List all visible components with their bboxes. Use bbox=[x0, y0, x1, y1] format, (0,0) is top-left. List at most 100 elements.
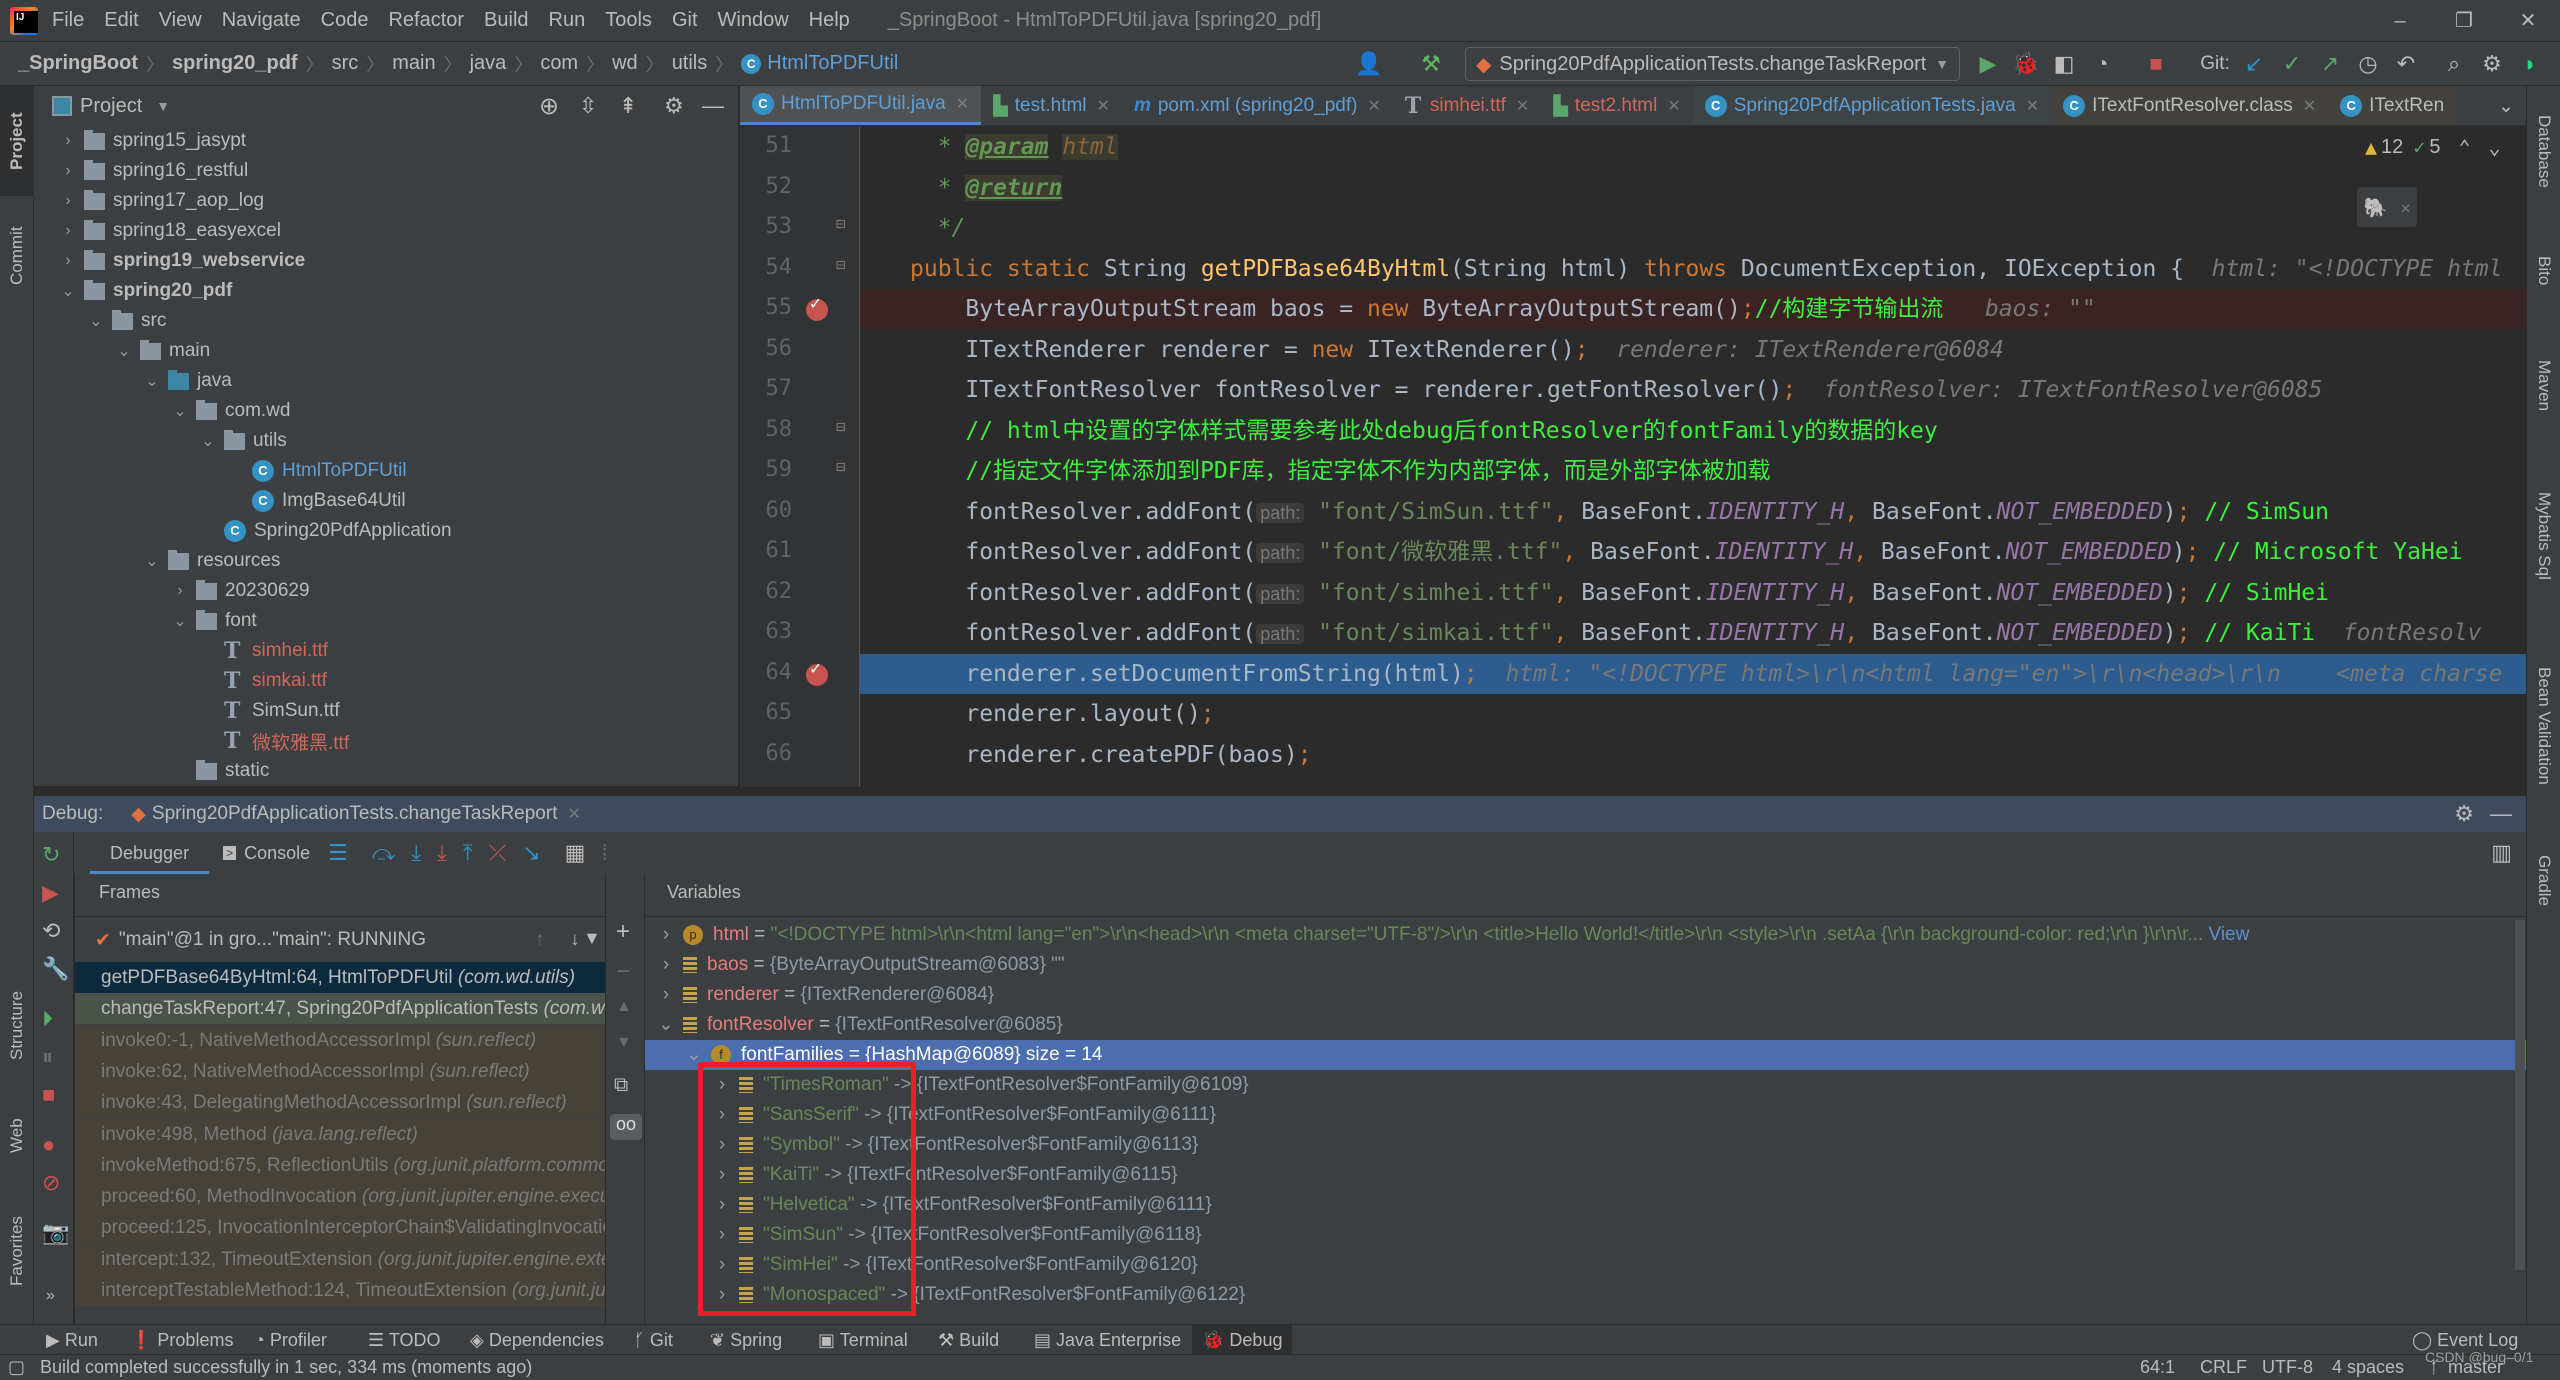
tree-item[interactable]: C HtmlToPDFUtil bbox=[226, 456, 407, 486]
tree-item[interactable]: › spring15_jasypt bbox=[58, 126, 246, 156]
move-down-icon[interactable]: ▼ bbox=[616, 1034, 632, 1052]
drop-frame-icon[interactable]: ⤫ bbox=[489, 840, 507, 866]
camera-icon[interactable]: 📷 bbox=[42, 1220, 69, 1246]
hide-panel-icon[interactable]: — bbox=[702, 93, 724, 119]
menu-window[interactable]: Window bbox=[718, 9, 789, 32]
tool-git[interactable]: ᚶ Git bbox=[634, 1325, 673, 1355]
layout-settings-icon[interactable]: ▥ bbox=[2491, 840, 2512, 866]
build-hammer-icon[interactable]: ⚒ bbox=[1417, 50, 1445, 78]
variable-row[interactable]: ⌄ f fontFamilies = {HashMap@6089} size = 1… bbox=[645, 1040, 2526, 1070]
tree-item[interactable]: ⌄ java bbox=[142, 366, 232, 396]
move-up-icon[interactable]: ▲ bbox=[616, 998, 632, 1016]
tool-tab-mybatis-sql[interactable]: Mybatis Sql bbox=[2527, 461, 2560, 611]
tree-item[interactable]: T SimSun.ttf bbox=[198, 696, 340, 726]
frame-item[interactable]: invoke:43, DelegatingMethodAccessorImpl … bbox=[75, 1087, 605, 1119]
tab-application-tests[interactable]: C Spring20PdfApplicationTests.java ✕ bbox=[1692, 86, 2052, 125]
git-update-icon[interactable]: ↙ bbox=[2240, 50, 2268, 78]
code-line[interactable]: fontResolver.addFont(path: "font/SimSun.… bbox=[860, 492, 2526, 532]
chevron-right-icon[interactable]: › bbox=[58, 192, 78, 210]
code-line[interactable]: fontResolver.addFont(path: "font/微软雅黑.tt… bbox=[860, 532, 2526, 572]
caret-position[interactable]: 64:1 bbox=[2140, 1357, 2175, 1378]
chevron-down-icon[interactable]: ⌄ bbox=[198, 431, 218, 451]
tab-debugger[interactable]: Debugger bbox=[90, 832, 210, 874]
remove-watch-icon[interactable]: − bbox=[616, 958, 630, 986]
previous-frame-icon[interactable]: ↑ bbox=[535, 929, 545, 951]
menu-code[interactable]: Code bbox=[321, 9, 369, 32]
variable-row[interactable]: › baos = {ByteArrayOutputStream@6083} "" bbox=[645, 950, 2526, 980]
stop-icon[interactable]: ■ bbox=[2142, 50, 2170, 78]
tree-item[interactable]: Tsimhei.ttf bbox=[198, 636, 328, 666]
code-line[interactable]: ITextFontResolver fontResolver = rendere… bbox=[860, 370, 2526, 410]
tab-itextfontresolver[interactable]: C ITextFontResolver.class ✕ bbox=[2051, 86, 2329, 125]
breadcrumb-project[interactable]: _SpringBoot bbox=[18, 52, 138, 75]
close-tab-icon[interactable]: ✕ bbox=[2303, 96, 2316, 116]
frame-item[interactable]: proceed:125, InvocationInterceptorChain$… bbox=[75, 1212, 605, 1244]
code-line[interactable]: ITextRenderer renderer = new ITextRender… bbox=[860, 330, 2526, 370]
tab-itextrenderer[interactable]: C ITextRen bbox=[2328, 86, 2457, 125]
tab-pom-xml[interactable]: m pom.xml (spring20_pdf) ✕ bbox=[1122, 86, 1393, 125]
settings-gear-icon[interactable]: ⚙ bbox=[664, 93, 684, 119]
step-out-icon[interactable]: ⤒ bbox=[463, 840, 473, 866]
variable-row[interactable]: › "SansSerif" -> {ITextFontResolver$FontF… bbox=[645, 1100, 2526, 1130]
menu-file[interactable]: File bbox=[52, 9, 84, 32]
chevron-right-icon[interactable]: › bbox=[58, 162, 78, 180]
frame-item[interactable]: changeTaskReport:47, Spring20PdfApplicat… bbox=[75, 993, 605, 1025]
variable-row[interactable]: ⌄ fontResolver = {ITextFontResolver@6085} bbox=[645, 1010, 2526, 1040]
chevron-right-icon[interactable]: › bbox=[655, 920, 677, 950]
tree-item[interactable]: ⌄ utils bbox=[198, 426, 287, 456]
code-line[interactable]: */ bbox=[860, 208, 2526, 248]
tree-item[interactable]: ⌄ main bbox=[114, 336, 210, 366]
frame-item[interactable]: proceed:60, MethodInvocation (org.junit.… bbox=[75, 1181, 605, 1213]
close-tab-icon[interactable]: ✕ bbox=[956, 94, 969, 114]
expand-all-icon[interactable]: ⇳ bbox=[579, 93, 597, 119]
variable-row[interactable]: › "Symbol" -> {ITextFontResolver$FontFami… bbox=[645, 1130, 2526, 1160]
git-commit-icon[interactable]: ✓ bbox=[2278, 50, 2306, 78]
history-icon[interactable]: ◷ bbox=[2354, 50, 2382, 78]
code-line[interactable]: // html中设置的字体样式需要参考此处debug后fontResolver的… bbox=[860, 411, 2526, 451]
tree-item[interactable]: ⌄ src bbox=[86, 306, 166, 336]
tool-debug[interactable]: 🐞 Debug bbox=[1192, 1325, 1293, 1355]
copy-icon[interactable]: ⧉ bbox=[614, 1074, 628, 1097]
breakpoint-icon[interactable] bbox=[806, 293, 828, 321]
code-line[interactable]: ByteArrayOutputStream baos = new ByteArr… bbox=[860, 289, 2526, 329]
menu-run[interactable]: Run bbox=[549, 9, 586, 32]
frame-item[interactable]: interceptTestableMethod:124, TimeoutExte… bbox=[75, 1275, 605, 1306]
tree-item[interactable]: Tsimkai.ttf bbox=[198, 666, 327, 696]
variable-row[interactable]: › "SimHei" -> {ITextFontResolver$FontFami… bbox=[645, 1250, 2526, 1280]
run-icon[interactable]: ▶ bbox=[1974, 50, 2002, 78]
chevron-down-icon[interactable]: ⌄ bbox=[86, 311, 106, 331]
evaluate-expression-icon[interactable]: ▦ bbox=[565, 840, 586, 866]
code-line[interactable]: * @param html bbox=[860, 127, 2526, 167]
breadcrumb-main[interactable]: main bbox=[392, 52, 435, 75]
menu-navigate[interactable]: Navigate bbox=[222, 9, 301, 32]
chevron-down-icon[interactable]: ⌄ bbox=[170, 401, 190, 421]
thread-selector[interactable]: ✔ "main"@1 in gro..."main": RUNNING ↑ ↓ bbox=[95, 922, 605, 958]
chevron-right-icon[interactable]: › bbox=[655, 950, 677, 980]
tool-run[interactable]: ▶ Run bbox=[46, 1325, 98, 1355]
more-icon[interactable]: » bbox=[46, 1287, 55, 1305]
view-link[interactable]: View bbox=[2209, 924, 2250, 945]
tool-tab-bito[interactable]: Bito bbox=[2527, 226, 2560, 316]
tab-console[interactable]: Console bbox=[244, 843, 310, 864]
tool-tab-bean-validation[interactable]: Bean Validation bbox=[2527, 631, 2560, 821]
breadcrumb-module[interactable]: spring20_pdf bbox=[172, 52, 298, 75]
tree-item[interactable]: › spring17_aop_log bbox=[58, 186, 264, 216]
close-tab-icon[interactable]: ✕ bbox=[2026, 96, 2039, 116]
tree-item[interactable]: › 20230629 bbox=[170, 576, 310, 606]
variable-row[interactable]: › "KaiTi" -> {ITextFontResolver$FontFamil… bbox=[645, 1160, 2526, 1190]
frame-item[interactable]: invokeMethod:675, ReflectionUtils (org.j… bbox=[75, 1149, 605, 1181]
step-into-icon[interactable]: ⤓ bbox=[411, 840, 421, 866]
tree-item[interactable]: C Spring20PdfApplication bbox=[198, 516, 452, 546]
tab-list-button[interactable]: ⌄ bbox=[2486, 86, 2526, 125]
tree-item[interactable]: static bbox=[170, 756, 269, 786]
menu-edit[interactable]: Edit bbox=[104, 9, 138, 32]
tree-item[interactable]: ⌄ com.wd bbox=[170, 396, 290, 426]
tab-simhei-ttf[interactable]: Tsimhei.ttf ✕ bbox=[1393, 86, 1541, 125]
tool-profiler[interactable]: ◔ Profiler bbox=[254, 1325, 327, 1355]
tool-tab-maven[interactable]: Maven bbox=[2527, 331, 2560, 441]
rerun-failed-icon[interactable]: ▶ bbox=[42, 880, 59, 906]
search-icon[interactable]: ⌕ bbox=[2440, 50, 2468, 78]
chevron-down-icon[interactable]: ⌄ bbox=[58, 281, 78, 301]
debug-icon[interactable]: 🐞 bbox=[2012, 50, 2040, 78]
status-message[interactable]: Build completed successfully in 1 sec, 3… bbox=[40, 1357, 532, 1378]
